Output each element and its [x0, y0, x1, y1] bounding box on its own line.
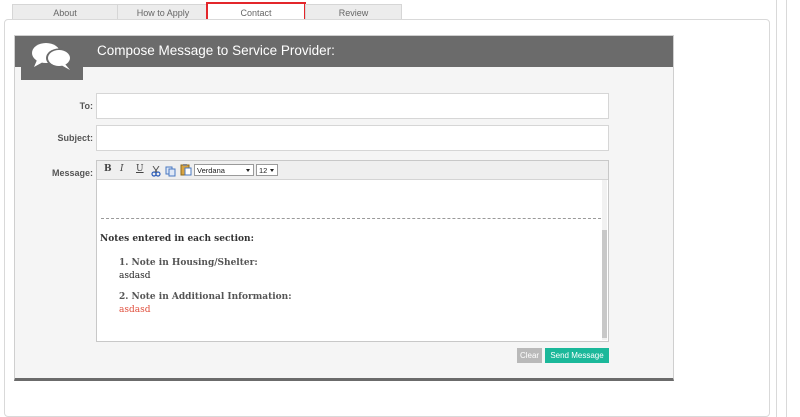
- copy-icon[interactable]: [165, 164, 176, 182]
- subject-label: Subject:: [57, 133, 93, 143]
- divider: [786, 0, 787, 417]
- tab-label: Review: [338, 8, 369, 18]
- chevron-down-icon: [246, 169, 250, 172]
- note-value: asdasd: [119, 305, 151, 315]
- message-label: Message:: [51, 168, 93, 178]
- editor-toolbar: B I U Verdana 12: [97, 161, 608, 180]
- bold-button[interactable]: B: [104, 164, 112, 174]
- tab-label: Contact: [240, 8, 272, 18]
- editor-scrollbar[interactable]: [602, 180, 607, 340]
- note-title: 2. Note in Additional Information:: [119, 292, 292, 302]
- compose-title: Compose Message to Service Provider:: [97, 43, 335, 58]
- size-select[interactable]: 12: [256, 164, 278, 176]
- font-select[interactable]: Verdana: [194, 164, 254, 176]
- note-value: asdasd: [119, 271, 151, 281]
- tab-label: How to Apply: [136, 8, 190, 18]
- message-editor[interactable]: B I U Verdana 12 Notes entered in each s…: [96, 160, 609, 342]
- paste-icon[interactable]: [180, 163, 192, 181]
- cut-icon[interactable]: [151, 164, 161, 182]
- to-label: To:: [79, 101, 93, 111]
- to-field[interactable]: [96, 93, 609, 119]
- tab-label: About: [53, 8, 77, 18]
- divider: [101, 218, 601, 219]
- divider: [776, 0, 777, 417]
- send-message-button[interactable]: Send Message: [545, 348, 609, 363]
- note-title: 1. Note in Housing/Shelter:: [119, 258, 258, 268]
- notes-heading: Notes entered in each section:: [100, 234, 254, 244]
- size-select-value: 12: [259, 165, 268, 175]
- italic-button[interactable]: I: [120, 164, 124, 174]
- font-select-value: Verdana: [197, 165, 225, 175]
- clear-button[interactable]: Clear: [517, 348, 542, 363]
- chat-bubbles-icon: [21, 36, 83, 80]
- subject-field[interactable]: [96, 125, 609, 151]
- compose-panel: Compose Message to Service Provider: To:…: [14, 35, 674, 381]
- chevron-down-icon: [270, 169, 274, 172]
- tab-bar: About How to Apply Contact Review: [12, 2, 402, 24]
- underline-button[interactable]: U: [136, 164, 144, 174]
- compose-header: Compose Message to Service Provider:: [15, 36, 673, 67]
- scrollbar-thumb[interactable]: [602, 230, 607, 338]
